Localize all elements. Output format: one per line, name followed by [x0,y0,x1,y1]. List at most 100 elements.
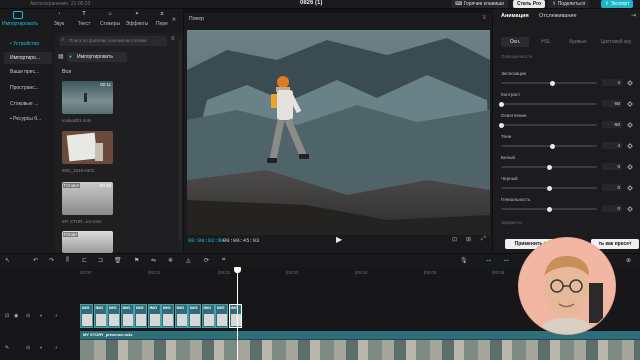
playhead[interactable] [237,268,238,360]
upgrade-pro-button[interactable]: Стать Pro [513,0,546,8]
shape-icon[interactable]: ◬ [186,257,191,264]
slider-knob[interactable] [546,164,552,170]
freeze-icon[interactable]: ❄ [168,257,173,264]
import-button[interactable]: ● Импортировать [67,52,127,62]
subtab-color-wheel[interactable]: Цветовой кру [595,37,637,47]
track-lock-icon[interactable]: ⊡ [5,313,9,319]
play-icon[interactable]: ▶ [336,235,342,244]
rotate-icon[interactable]: ⟳ [204,257,209,264]
more-tabs-icon[interactable]: » [172,16,176,23]
select-tool-icon[interactable]: ↖ [5,257,10,264]
nav-spaces[interactable]: Пространс... [4,82,52,94]
nav-imported[interactable]: Импортиро... [4,52,52,64]
track-eye-icon[interactable]: ◐ [40,313,43,319]
param-slider[interactable] [501,185,597,191]
param-slider[interactable] [501,80,597,86]
param-value-input[interactable]: 4 [602,142,622,149]
param-slider[interactable] [501,206,597,212]
keyframe-icon[interactable] [627,142,633,149]
main-video-clip[interactable]: MY STORY_presence.m4v [80,331,640,360]
share-button[interactable]: ⇪ Поделиться [548,0,590,8]
trim-left-icon[interactable]: ⊏ [82,257,87,264]
menu-icon[interactable]: ≡ [482,15,486,21]
keyframe-icon[interactable] [627,184,633,191]
param-value-input[interactable]: -50 [602,100,622,107]
tab-animation[interactable]: Анимация [501,13,529,19]
flag-icon[interactable]: ⚑ [134,257,139,264]
param-value-input[interactable]: 0 [602,184,622,191]
param-value-input[interactable]: 4 [602,79,622,86]
media-search-input[interactable]: Поиск по файлам, ключевым словам [59,36,167,46]
tab-import[interactable]: Импортировать [2,11,38,31]
tab-text[interactable]: T Текст [71,11,97,31]
undo-icon[interactable]: ↶ [33,257,38,264]
collapse-icon[interactable]: ⇥ [631,12,636,19]
main-track-lock-icon[interactable]: ⊙ [26,345,30,351]
export-button[interactable]: ⇧ Экспорт [601,0,634,8]
image-clip[interactable]: IMG [80,304,93,328]
image-clip[interactable]: IMG [215,304,228,328]
nav-stock[interactable]: Стоковые ... [4,98,52,110]
slider-knob[interactable] [498,101,504,107]
tab-effects[interactable]: ✦ Эффекты [124,11,150,31]
param-slider[interactable] [501,164,597,170]
param-slider[interactable] [498,122,597,128]
track-audio-icon[interactable]: ♪ [55,313,58,319]
keyframe-icon[interactable] [627,79,633,86]
tab-stickers[interactable]: ☺ Стикеры [97,11,123,31]
redo-icon[interactable]: ↷ [49,257,54,264]
slider-knob[interactable] [550,80,556,86]
track-hide-icon[interactable]: ◉ [14,313,18,319]
slider-knob[interactable] [550,143,556,149]
param-value-input[interactable]: 0 [602,205,622,212]
trim-right-icon[interactable]: ⊐ [98,257,103,264]
image-clip[interactable]: IMG [120,304,134,328]
media-thumb-iceland[interactable]: 00:11 [62,81,113,114]
track-lock2-icon[interactable]: ⊙ [26,313,30,319]
grid-view-icon[interactable]: ▦ [58,53,64,60]
subtab-curves[interactable]: Кривые [563,37,593,47]
microphone-icon[interactable]: 🎙 [460,257,468,264]
image-clip[interactable]: IMG [228,304,242,328]
image-clip[interactable]: IMG [161,304,174,328]
image-clip[interactable]: IMG [93,304,107,328]
media-thumb-4[interactable]: Готов! [62,231,113,253]
crop-icon[interactable]: ⊞ [466,236,471,243]
main-track-eye-icon[interactable]: ◐ [40,345,43,351]
slider-knob[interactable] [546,206,552,212]
playhead-handle[interactable] [234,267,241,273]
mirror-icon[interactable]: ⇋ [151,257,156,264]
keyframe-icon[interactable] [627,121,633,128]
slider-knob[interactable] [546,185,552,191]
keyframe-icon[interactable] [627,100,633,107]
scrollbar[interactable] [179,41,181,241]
slider-knob[interactable] [498,122,504,128]
image-clip[interactable]: IMG [188,304,201,328]
keyframe-icon[interactable] [627,205,633,212]
image-clip[interactable]: IMG [107,304,120,328]
cover-edit-icon[interactable]: ✎ [5,345,9,351]
filter-icon[interactable]: ≡ [171,36,175,42]
split-icon[interactable]: ⫼ [66,257,69,264]
delete-icon[interactable]: 🗑 [114,257,122,264]
image-clip[interactable]: IMG [174,304,188,328]
project-title[interactable]: 0826 (1) [300,0,322,6]
param-slider[interactable] [501,143,597,149]
aspect-ratio-icon[interactable]: ⊡ [452,236,457,243]
snap-icon[interactable]: ⊶ [486,258,491,264]
param-slider[interactable] [498,101,597,107]
param-value-input[interactable]: 0 [602,163,622,170]
subtab-basic[interactable]: Осн. [501,37,529,47]
crop-tool-icon[interactable]: ⌗ [222,257,225,264]
tab-tracking[interactable]: Отслеживание [539,13,577,19]
media-thumb-story[interactable]: Готово! 00:48 [62,182,113,215]
video-preview[interactable] [187,30,490,235]
param-value-input[interactable]: -50 [602,121,622,128]
image-clip[interactable]: IMG [201,304,215,328]
media-thumb-heic[interactable] [62,131,113,164]
zoom-in-icon[interactable]: ⊕ [626,257,631,264]
tab-audio[interactable]: ◔ Звук [46,11,72,31]
nav-device[interactable]: • Устройство [4,38,52,50]
hotkeys-button[interactable]: ⌨ Горячие клавиши [451,0,508,8]
image-clip[interactable]: IMG [134,304,147,328]
